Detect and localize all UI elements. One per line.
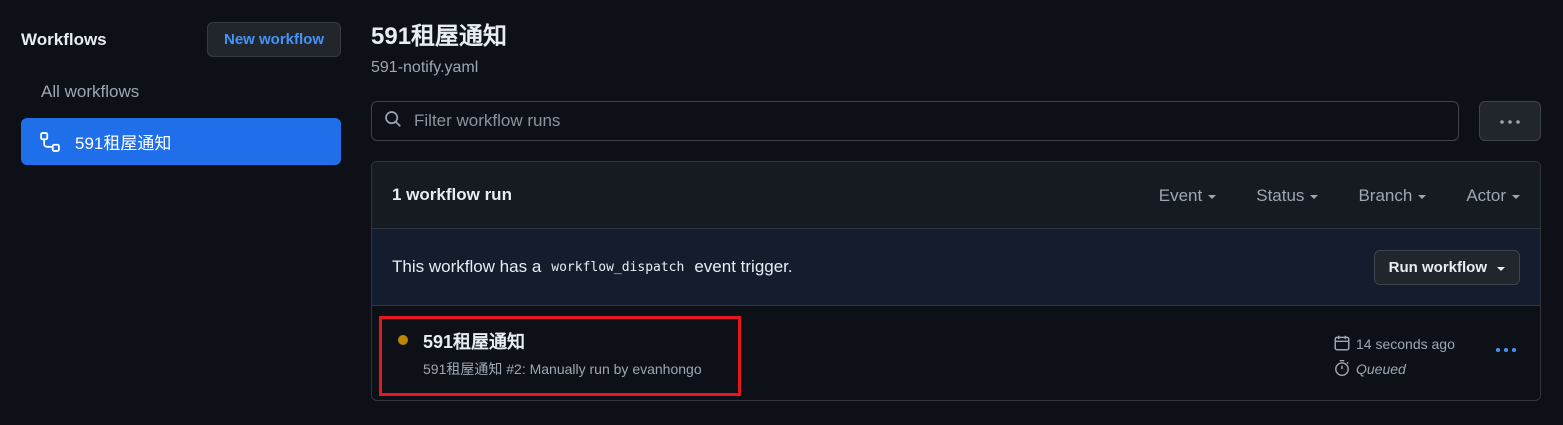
actor-filter[interactable]: Actor xyxy=(1466,186,1520,206)
chevron-down-icon xyxy=(1497,266,1505,271)
table-row[interactable]: 591租屋通知 591租屋通知 #2: Manually run by evan… xyxy=(372,306,1540,400)
run-time: 14 seconds ago xyxy=(1333,333,1455,355)
status-filter[interactable]: Status xyxy=(1256,185,1319,206)
run-subtitle: 591租屋通知 #2: Manually run by evanhongo xyxy=(423,361,702,377)
filter-row xyxy=(371,101,1541,141)
dispatch-prefix: This workflow has a xyxy=(392,257,542,276)
run-title-link[interactable]: 591租屋通知 xyxy=(423,328,525,354)
run-status-text: Queued xyxy=(1356,361,1406,377)
chevron-down-icon xyxy=(1512,194,1520,199)
row-kebab-icon[interactable] xyxy=(1496,348,1516,352)
run-workflow-button[interactable]: Run workflow xyxy=(1373,250,1520,285)
more-options-button[interactable] xyxy=(1479,101,1541,141)
event-filter[interactable]: Event xyxy=(1158,185,1217,206)
run-filters: Event Status Branch Actor xyxy=(1119,162,1520,229)
chevron-down-icon xyxy=(1208,194,1217,199)
new-workflow-button[interactable]: New workflow xyxy=(206,22,341,57)
filter-label: Branch xyxy=(1358,185,1413,205)
stopwatch-icon xyxy=(1333,359,1356,380)
dispatch-code: workflow_dispatch xyxy=(551,259,685,275)
sidebar-header: Workflows New workflow xyxy=(21,22,341,57)
sidebar-item-label: All workflows xyxy=(41,81,140,101)
sidebar-item-591-notify[interactable]: 591租屋通知 xyxy=(21,118,341,165)
chevron-down-icon xyxy=(1418,194,1427,199)
workflow-icon xyxy=(39,131,61,153)
sidebar-item-all-workflows[interactable]: All workflows xyxy=(21,68,341,115)
dispatch-suffix: event trigger. xyxy=(694,257,793,276)
filter-label: Actor xyxy=(1466,185,1506,205)
run-time-text: 14 seconds ago xyxy=(1356,336,1455,352)
page-title: 591租屋通知 xyxy=(371,23,508,50)
filter-box[interactable] xyxy=(371,101,1459,141)
sidebar-item-label: 591租屋通知 xyxy=(75,134,172,153)
run-count: 1 workflow run xyxy=(392,185,512,204)
sidebar-title: Workflows xyxy=(21,29,107,49)
run-meta: 14 seconds ago Queued xyxy=(1333,333,1455,383)
run-workflow-label: Run workflow xyxy=(1388,259,1487,276)
queued-status-icon xyxy=(398,335,408,345)
dispatch-banner: This workflow has a workflow_dispatch ev… xyxy=(372,229,1540,306)
chevron-down-icon xyxy=(1310,194,1319,199)
search-icon xyxy=(384,110,402,133)
filter-runs-input[interactable] xyxy=(414,111,1414,131)
sidebar: Workflows New workflow All workflows 591… xyxy=(21,22,341,165)
main-content: 591租屋通知 591-notify.yaml Filter workflow … xyxy=(371,20,1541,401)
calendar-icon xyxy=(1333,334,1356,355)
runs-panel-header: 1 workflow run Event Status Branch Actor xyxy=(372,162,1540,229)
kebab-horizontal-icon xyxy=(1499,112,1521,130)
filter-label: Event xyxy=(1158,185,1203,205)
branch-filter[interactable]: Branch xyxy=(1358,185,1427,206)
workflow-page: Workflows New workflow All workflows 591… xyxy=(0,0,1563,425)
workflow-file-link[interactable]: 591-notify.yaml xyxy=(371,59,1541,81)
runs-panel: 1 workflow run Event Status Branch Actor… xyxy=(371,161,1541,401)
run-status: Queued xyxy=(1333,358,1455,380)
filter-label: Status xyxy=(1256,185,1305,205)
